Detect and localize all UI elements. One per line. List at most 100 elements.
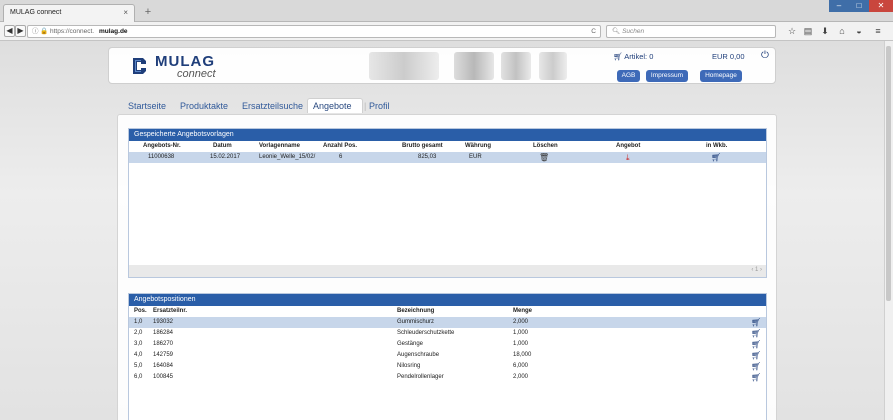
logout-icon[interactable]: ⏻ [761,50,769,61]
header-decoration [454,52,494,80]
menu-separator: | [364,101,367,111]
cell-bezeichnung: Gestänge [397,341,424,347]
tab-close-icon[interactable]: × [123,5,128,21]
col-datum[interactable]: Datum [213,141,232,152]
templates-title: Gespeicherte Angebotsvorlagen [129,129,766,141]
cell-bezeichnung: Gummischurz [397,319,435,325]
col-anzahl-pos[interactable]: Anzahl Pos. [323,141,357,152]
cell-angebots-nr: 11000638 [148,154,175,160]
reading-list-icon[interactable]: ▤ [802,25,814,38]
cell-waehrung: EUR [469,154,482,160]
col-bezeichnung[interactable]: Bezeichnung [397,306,434,317]
mulag-logo-icon [133,58,146,74]
positions-title: Angebotspositionen [129,294,766,306]
menu-profil[interactable]: Profil [369,101,390,111]
search-input[interactable]: 🔍︎ Suchen [606,25,776,38]
new-tab-button[interactable]: + [140,5,156,20]
star-icon[interactable]: ☆ [786,25,798,38]
page-content: MULAG connect 🛒︎ Artikel: 0 EUR 0,00 ⏻ A… [0,41,884,420]
cell-menge: 1,000 [513,330,529,336]
table-row[interactable]: 4,0 142759 Augenschraube 18,000 🛒︎ [129,350,766,361]
browser-nav-bar: ◀ ▶ ⓘ 🔒 https://connect. mulag.de C 🔍︎ S… [0,22,893,41]
minimize-icon[interactable]: ‒ [829,0,849,12]
templates-header-row: Angebots-Nr. Datum Vorlagenname Anzahl P… [129,141,766,152]
forward-icon[interactable]: ▶ [15,25,26,37]
positions-panel: Angebotspositionen Pos. Ersatzteilnr. Be… [128,293,767,420]
cell-bezeichnung: Nilosring [397,363,421,369]
cell-menge: 2,000 [513,374,529,380]
table-row[interactable]: 2,0 186284 Schleuderschutzkette 1,000 🛒︎ [129,328,766,339]
col-vorlagenname[interactable]: Vorlagenname [259,141,300,152]
cell-menge: 18,000 [513,352,532,358]
scrollbar-thumb[interactable] [886,46,891,301]
pocket-icon[interactable]: ◒ [853,25,865,38]
add-to-cart-icon[interactable]: 🛒︎ [751,317,761,328]
add-to-cart-icon[interactable]: 🛒︎ [751,361,761,372]
col-angebot[interactable]: Angebot [616,141,640,152]
cart-items-count: Artikel: 0 [624,52,654,61]
add-to-cart-icon[interactable]: 🛒︎ [751,339,761,350]
col-loeschen[interactable]: Löschen [533,141,558,152]
download-icon[interactable]: ⬇ [819,25,831,38]
trash-icon[interactable]: 🗑︎ [539,152,549,163]
pagination[interactable]: ‹ 1 › [751,267,762,273]
header-decoration [539,52,567,80]
cell-pos: 4,0 [134,352,143,358]
table-row[interactable]: 3,0 186270 Gestänge 1,000 🛒︎ [129,339,766,350]
col-waehrung[interactable]: Währung [465,141,491,152]
url-bar[interactable]: ⓘ 🔒 https://connect. mulag.de C [27,25,601,38]
cell-pos: 3,0 [134,341,143,347]
cell-bezeichnung: Augenschraube [397,352,440,358]
table-row[interactable]: 6,0 100845 Pendelrollenlager 2,000 🛒︎ [129,372,766,383]
cart-summary[interactable]: 🛒︎ Artikel: 0 [613,52,653,61]
browser-tab-bar: MULAG connect × + ‒ □ ✕ [0,0,893,22]
cell-pos: 2,0 [134,330,143,336]
cell-ersatzteilnr: 164084 [153,363,174,369]
browser-tab[interactable]: MULAG connect × [3,4,135,22]
cell-brutto-gesamt: 825,03 [418,154,437,160]
col-angebots-nr[interactable]: Angebots-Nr. [143,141,181,152]
lock-icon: 🔒 [40,28,49,35]
info-icon[interactable]: ⓘ [32,26,39,37]
agb-button[interactable]: AGB [617,70,640,82]
table-row[interactable]: 11000638 15.02.2017 Leonie_Welle_15/02/ … [129,152,766,163]
table-row[interactable]: 1,0 193032 Gummischurz 2,000 🛒︎ [129,317,766,328]
logo-subtitle: connect [177,68,216,80]
col-brutto-gesamt[interactable]: Brutto gesamt [402,141,443,152]
col-pos[interactable]: Pos. [134,306,147,317]
back-icon[interactable]: ◀ [4,25,15,37]
tab-title: MULAG connect [10,9,62,16]
menu-icon[interactable]: ≡ [872,25,884,38]
search-placeholder: Suchen [622,28,645,35]
cell-ersatzteilnr: 193032 [153,319,174,325]
content-card: Gespeicherte Angebotsvorlagen Angebots-N… [117,114,777,420]
url-domain: mulag.de [99,28,128,35]
menu-ersatzteilsuche[interactable]: Ersatzteilsuche [242,101,303,111]
cell-bezeichnung: Pendelrollenlager [397,374,444,380]
header-decoration [501,52,531,80]
cell-ersatzteilnr: 100845 [153,374,174,380]
col-menge[interactable]: Menge [513,306,532,317]
add-to-cart-icon[interactable]: 🛒︎ [711,152,721,163]
col-in-wkb[interactable]: in Wkb. [706,141,727,152]
close-window-icon[interactable]: ✕ [869,0,893,12]
homepage-button[interactable]: Homepage [700,70,742,82]
menu-angebote[interactable]: Angebote [313,101,352,111]
pdf-download-icon[interactable]: ⤓ [626,152,630,163]
home-icon[interactable]: ⌂ [836,25,848,38]
reload-icon[interactable]: C [591,26,596,37]
menu-produktakte[interactable]: Produktakte [180,101,228,111]
add-to-cart-icon[interactable]: 🛒︎ [751,372,761,383]
add-to-cart-icon[interactable]: 🛒︎ [751,328,761,339]
add-to-cart-icon[interactable]: 🛒︎ [751,350,761,361]
menu-startseite[interactable]: Startseite [128,101,166,111]
table-row[interactable]: 5,0 164084 Nilosring 6,000 🛒︎ [129,361,766,372]
positions-header-row: Pos. Ersatzteilnr. Bezeichnung Menge [129,306,766,317]
cart-icon: 🛒︎ [613,52,623,61]
col-ersatzteilnr[interactable]: Ersatzteilnr. [153,306,187,317]
search-icon: 🔍︎ [612,28,621,35]
maximize-icon[interactable]: □ [849,0,869,12]
cell-ersatzteilnr: 186270 [153,341,174,347]
cell-ersatzteilnr: 142759 [153,352,174,358]
impressum-button[interactable]: Impressum [646,70,688,82]
